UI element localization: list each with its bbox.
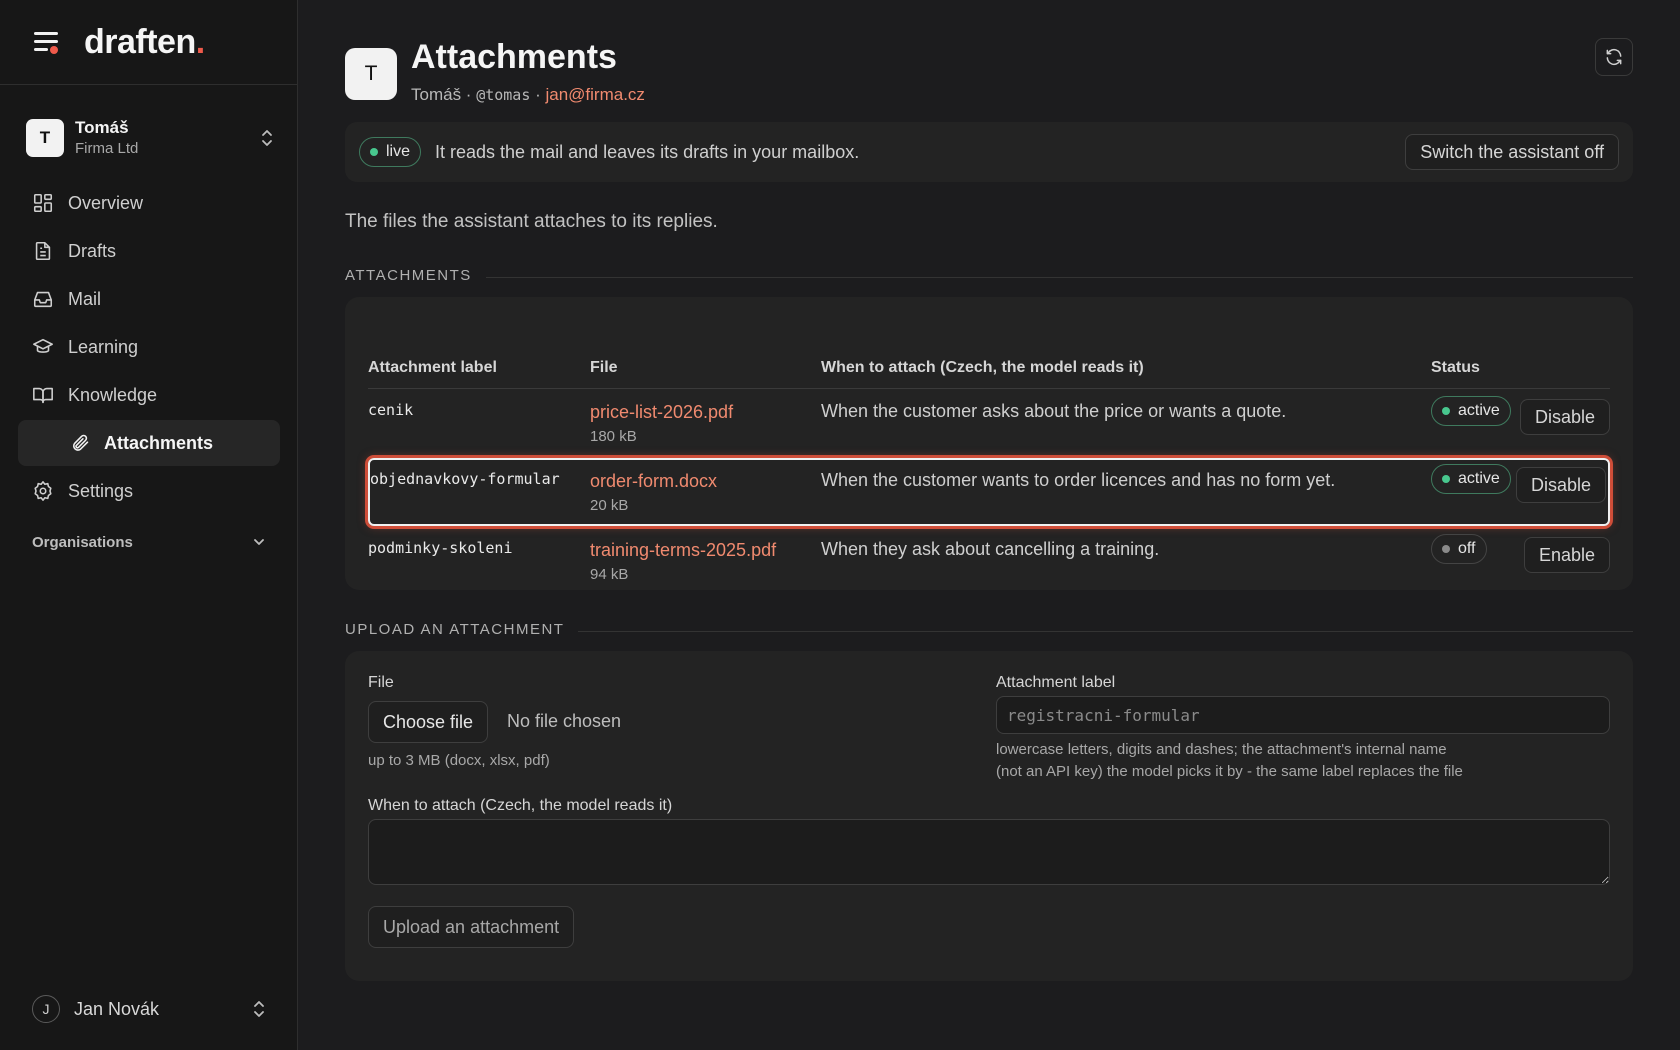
page-header: T Attachments Tomáš · @tomas · jan@firma… [345, 38, 1633, 108]
attachment-file-link[interactable]: order-form.docx [590, 470, 717, 493]
org-switcher[interactable]: T Tomáš Firma Ltd [26, 112, 274, 164]
attachment-when: When they ask about cancelling a trainin… [821, 539, 1160, 559]
sidebar-item-label: Drafts [68, 240, 117, 261]
chevron-down-icon [254, 539, 264, 545]
user-name: Jan Novák [74, 998, 160, 1019]
status-badge: active [1431, 464, 1511, 494]
column-header-label: Attachment label [368, 359, 497, 376]
sidebar-item-mail[interactable]: Mail [18, 276, 280, 322]
table-row: podminky-skoleni training-terms-2025.pdf… [368, 528, 1610, 596]
upload-attachment-button[interactable]: Upload an attachment [368, 906, 575, 948]
status-badge: active [1431, 396, 1511, 426]
sidebar-item-settings[interactable]: Settings [18, 468, 280, 514]
upload-form-card: File Choose file No file chosen up to 3 … [345, 651, 1633, 981]
brand-logo[interactable]: draften. [84, 23, 205, 62]
attachment-label-input[interactable] [996, 696, 1610, 734]
account-name: Tomáš [411, 85, 462, 104]
attachment-file-link[interactable]: price-list-2026.pdf [590, 401, 733, 424]
status-badge: off [1431, 534, 1487, 564]
account-avatar: T [345, 48, 397, 100]
sidebar-item-label: Settings [68, 480, 134, 501]
dashboard-icon [33, 193, 53, 213]
file-size-hint: up to 3 MB (docx, xlsx, pdf) [368, 752, 550, 769]
brand-row: draften. [0, 0, 297, 85]
disable-button[interactable]: Disable [1515, 467, 1606, 503]
no-file-chosen-text: No file chosen [507, 711, 622, 731]
attachment-file-size: 20 kB [590, 496, 629, 514]
org-name: Tomáš [75, 118, 129, 138]
separator: · [530, 85, 546, 104]
attachment-when: When the customer asks about the price o… [821, 401, 1287, 421]
sidebar-nav: Overview Drafts Mail Learning Knowledge … [18, 180, 280, 516]
upload-section-heading: UPLOAD AN ATTACHMENT [345, 619, 1633, 639]
sidebar-item-drafts[interactable]: Drafts [18, 228, 280, 274]
attachments-table-card: Attachment label File When to attach (Cz… [345, 297, 1633, 590]
account-handle: @tomas [476, 86, 531, 104]
table-row: objednavkovy-formular order-form.docx 20… [368, 458, 1610, 526]
assistant-status-banner: live It reads the mail and leaves its dr… [345, 122, 1633, 182]
account-email-link[interactable]: jan@firma.cz [545, 85, 644, 104]
sidebar-item-label: Knowledge [68, 384, 158, 405]
account-info: Tomáš · @tomas · jan@firma.cz [411, 85, 645, 105]
attachment-label: podminky-skoleni [368, 539, 513, 557]
organisations-label: Organisations [32, 533, 133, 551]
inbox-icon [33, 291, 53, 308]
sidebar-item-label: Learning [68, 336, 139, 357]
choose-file-button[interactable]: Choose file [368, 701, 489, 743]
sidebar-item-attachments[interactable]: Attachments [18, 420, 280, 466]
chevron-up-down-icon [262, 130, 272, 146]
attachment-file-link[interactable]: training-terms-2025.pdf [590, 539, 776, 562]
org-avatar: T [26, 119, 64, 157]
attachment-label-hint: lowercase letters, digits and dashes; th… [996, 741, 1463, 780]
graduation-cap-icon [33, 338, 53, 353]
paperclip-icon [72, 434, 89, 451]
sidebar-item-knowledge[interactable]: Knowledge [18, 372, 280, 418]
organisations-toggle[interactable]: Organisations [32, 530, 266, 554]
attachment-label: objednavkovy-formular [370, 470, 560, 488]
column-header-when: When to attach (Czech, the model reads i… [821, 359, 1144, 376]
refresh-button[interactable] [1595, 38, 1633, 76]
attachment-file-size: 94 kB [590, 565, 629, 583]
column-header-file: File [590, 359, 618, 376]
disable-button[interactable]: Disable [1519, 399, 1610, 435]
sidebar-item-label: Attachments [104, 432, 214, 453]
enable-button[interactable]: Enable [1523, 537, 1610, 573]
sidebar-item-learning[interactable]: Learning [18, 324, 280, 370]
switch-assistant-off-button[interactable]: Switch the assistant off [1405, 134, 1619, 170]
menu-icon[interactable] [32, 30, 62, 54]
when-to-attach-textarea[interactable] [368, 819, 1610, 885]
file-field-label: File [368, 674, 394, 691]
refresh-icon [1606, 48, 1622, 66]
attachments-section-heading: ATTACHMENTS [345, 265, 1633, 285]
book-open-icon [33, 387, 53, 404]
chevron-up-down-icon [254, 1001, 264, 1017]
page-title: Attachments [411, 38, 617, 76]
attachment-file-size: 180 kB [590, 427, 637, 445]
page-description: The files the assistant attaches to its … [345, 211, 718, 232]
separator: · [461, 85, 477, 104]
attachment-when: When the customer wants to order licence… [821, 470, 1336, 490]
attachment-label-field-label: Attachment label [996, 674, 1116, 691]
sidebar-item-overview[interactable]: Overview [18, 180, 280, 226]
column-header-status: Status [1431, 359, 1480, 376]
when-field-label: When to attach (Czech, the model reads i… [368, 797, 673, 814]
live-status-badge: live [359, 137, 422, 167]
table-row: cenik price-list-2026.pdf 180 kB When th… [368, 390, 1610, 458]
user-avatar: J [32, 995, 60, 1023]
user-switcher[interactable]: J Jan Novák [32, 992, 266, 1026]
gear-icon [34, 481, 52, 501]
sidebar-item-label: Mail [68, 288, 102, 309]
banner-text: It reads the mail and leaves its drafts … [435, 141, 860, 162]
document-icon [35, 241, 51, 261]
attachment-label: cenik [368, 401, 414, 419]
sidebar: draften. T Tomáš Firma Ltd Overview Draf… [0, 0, 298, 1050]
sidebar-item-label: Overview [68, 192, 144, 213]
org-company: Firma Ltd [75, 140, 139, 158]
